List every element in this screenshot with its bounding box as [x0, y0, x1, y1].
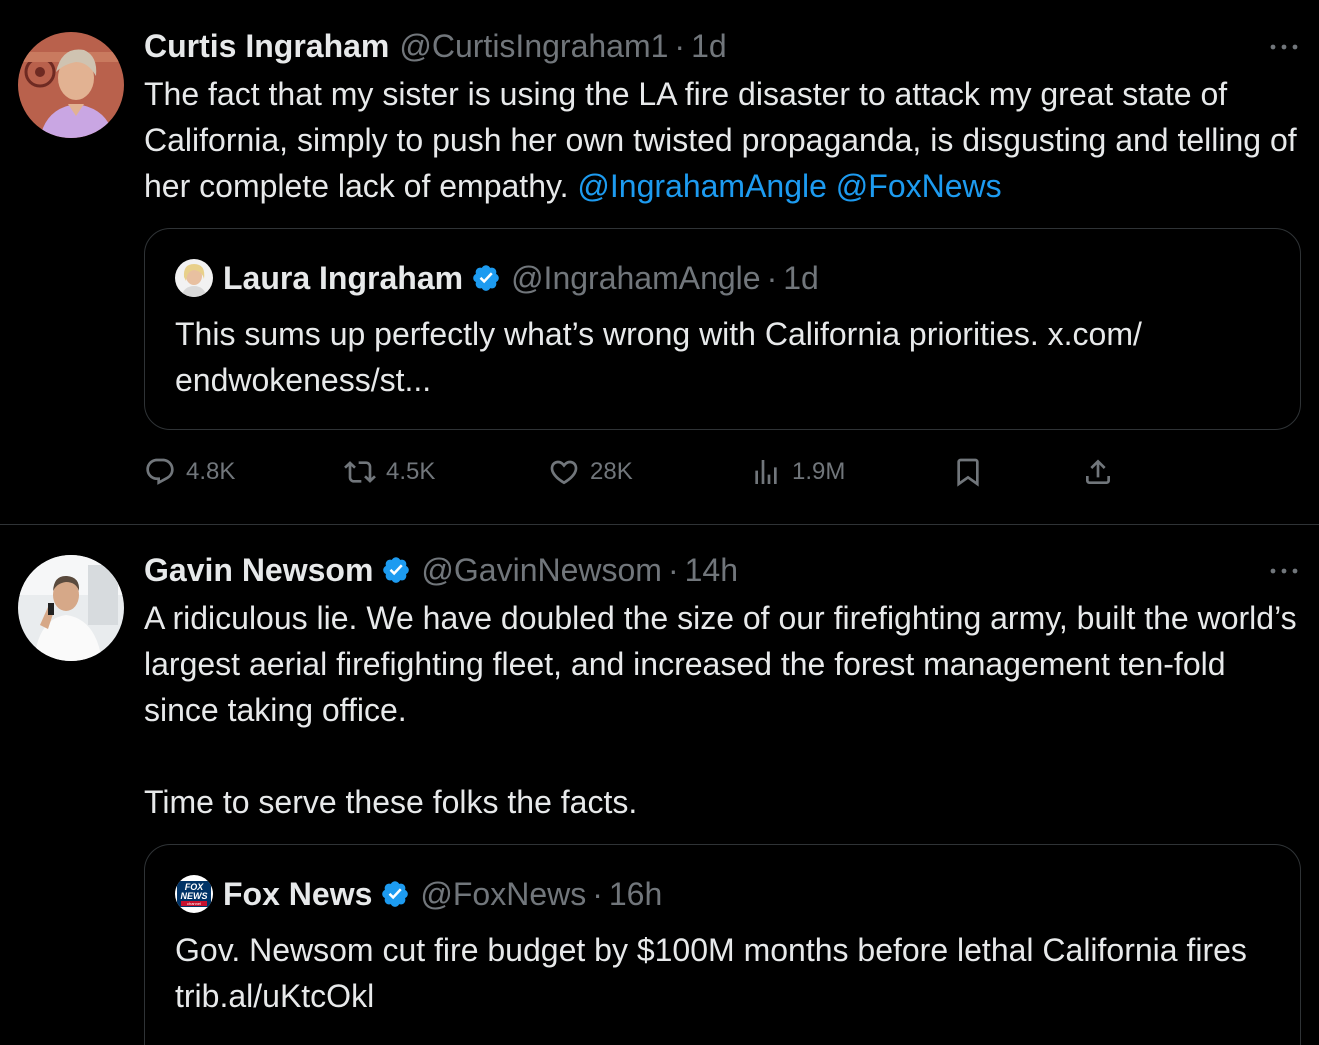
views-button[interactable]: 1.9M: [750, 452, 845, 492]
like-icon: [550, 460, 578, 485]
quote-header: Laura Ingraham @IngrahamAngle · 1d: [175, 257, 1270, 299]
tweet-gavin-newsom[interactable]: Gavin Newsom @GavinNewsom · 14h A ridicu…: [0, 525, 1319, 1045]
separator-dot: ·: [667, 551, 679, 588]
separator-dot: ·: [674, 27, 686, 64]
quote-author-name: Fox News: [223, 875, 373, 912]
author-handle[interactable]: @GavinNewsom: [421, 552, 662, 589]
reply-button[interactable]: 4.8K: [144, 452, 235, 492]
author-handle[interactable]: @CurtisIngraham1: [399, 28, 668, 65]
tweet-header: Gavin Newsom @GavinNewsom · 14h: [144, 549, 1301, 591]
tweet-curtis-ingraham[interactable]: Curtis Ingraham @CurtisIngraham1 · 1d Th…: [0, 0, 1319, 525]
reply-count: 4.8K: [186, 458, 236, 485]
timeline: Curtis Ingraham @CurtisIngraham1 · 1d Th…: [0, 0, 1319, 1045]
quote-avatar: [175, 259, 213, 297]
mention-link[interactable]: @FoxNews: [836, 168, 1002, 204]
quote-author-handle: @IngrahamAngle: [511, 259, 761, 296]
mention-link[interactable]: @IngrahamAngle: [577, 168, 827, 204]
views-count: 1.9M: [792, 458, 846, 485]
tweet-content: Gavin Newsom @GavinNewsom · 14h A ridicu…: [144, 549, 1301, 1045]
avatar[interactable]: [18, 32, 124, 138]
action-bar: 4.8K 4.5K 28K 1.9M: [144, 452, 1301, 492]
avatar-image: [18, 32, 124, 138]
verified-icon: [380, 879, 410, 909]
fox-news-logo: FOX NEWS channel: [175, 875, 213, 913]
author-name[interactable]: Curtis Ingraham: [144, 28, 389, 65]
verified-icon: [381, 555, 411, 585]
tweet-content: Curtis Ingraham @CurtisIngraham1 · 1d Th…: [144, 25, 1301, 492]
quoted-tweet[interactable]: FOX NEWS channel Fox News @FoxNews · 16h: [144, 844, 1301, 1045]
tweet-header: Curtis Ingraham @CurtisIngraham1 · 1d: [144, 25, 1301, 67]
separator-dot: ·: [766, 259, 778, 296]
separator-dot: ·: [592, 875, 603, 912]
quote-text: This sums up perfectly what’s wrong with…: [175, 316, 1142, 398]
bookmark-button[interactable]: [952, 452, 984, 492]
like-count: 28K: [590, 458, 633, 485]
avatar[interactable]: [18, 555, 124, 661]
tweet-text: A ridiculous lie. We have doubled the si…: [144, 600, 1297, 820]
bookmark-icon: [957, 458, 979, 487]
more-icon[interactable]: [1267, 33, 1301, 61]
tweet-text: The fact that my sister is using the LA …: [144, 71, 1301, 209]
repost-icon: [344, 461, 376, 483]
svg-text:NEWS: NEWS: [181, 891, 208, 901]
verified-icon: [471, 263, 501, 293]
like-button[interactable]: 28K: [548, 452, 633, 492]
reply-icon: [146, 458, 174, 485]
quote-timestamp: 16h: [608, 875, 663, 912]
quote-text: Gov. Newsom cut fire budget by $100M mon…: [175, 932, 1256, 1014]
quoted-tweet[interactable]: Laura Ingraham @IngrahamAngle · 1d This …: [144, 228, 1301, 430]
author-name[interactable]: Gavin Newsom: [144, 552, 373, 589]
more-icon[interactable]: [1267, 557, 1301, 585]
share-button[interactable]: [1082, 452, 1114, 492]
quote-timestamp: 1d: [783, 259, 819, 296]
svg-text:channel: channel: [187, 901, 201, 906]
timestamp[interactable]: 1d: [691, 28, 727, 65]
share-icon: [1086, 459, 1110, 484]
avatar-image: [18, 555, 124, 661]
quote-header: FOX NEWS channel Fox News @FoxNews · 16h: [175, 873, 1270, 915]
quote-author-name: Laura Ingraham: [223, 259, 464, 296]
timestamp[interactable]: 14h: [685, 552, 738, 589]
quote-author-handle: @FoxNews: [420, 875, 587, 912]
repost-count: 4.5K: [386, 458, 436, 485]
repost-button[interactable]: 4.5K: [344, 452, 435, 492]
views-icon: [755, 460, 777, 484]
